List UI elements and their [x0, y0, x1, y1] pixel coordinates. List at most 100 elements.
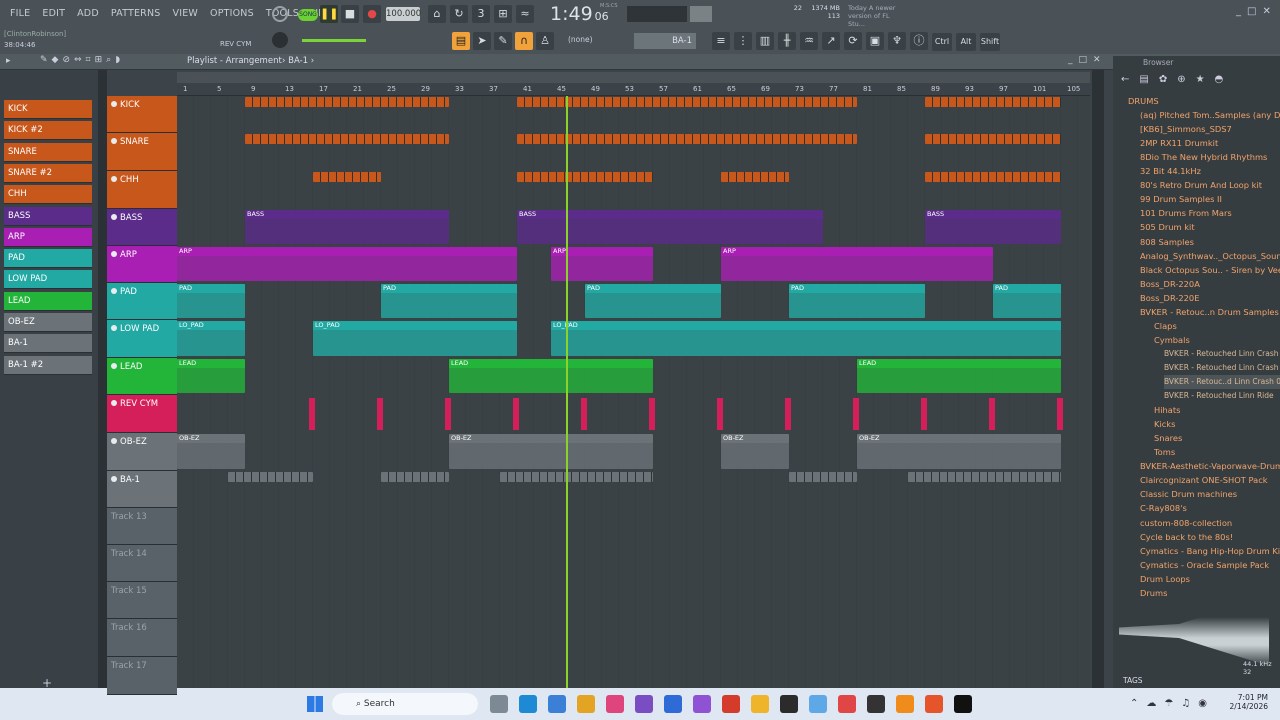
browser-item[interactable]: (aq) Pitched Tom..Samples (any DAW) — [1140, 108, 1280, 122]
rev-cym-clip[interactable] — [989, 398, 995, 430]
window-controls[interactable]: _□✕ — [1236, 6, 1277, 17]
track-led[interactable] — [111, 138, 117, 144]
magnet-icon[interactable]: ∩ — [515, 32, 533, 50]
key-ctrl[interactable]: Ctrl — [932, 33, 952, 51]
pattern-clip[interactable]: BASS — [517, 210, 823, 244]
track-header[interactable]: Track 14 — [107, 545, 177, 582]
menu-view[interactable]: VIEW — [167, 0, 205, 28]
pattern-clip[interactable] — [500, 472, 653, 482]
browser-item[interactable]: [KB6]_Simmons_SDS7 — [1140, 122, 1232, 136]
track-header[interactable]: LOW PAD — [107, 320, 177, 358]
browser-item[interactable]: Snares — [1154, 431, 1182, 445]
browser-item[interactable]: Boss_DR-220A — [1140, 277, 1200, 291]
master-pitch-slider[interactable] — [302, 39, 366, 42]
info-icon[interactable]: ⓘ — [910, 32, 928, 50]
track-header[interactable]: REV CYM — [107, 395, 177, 433]
pattern-clip[interactable]: BASS — [925, 210, 1061, 244]
picker-item[interactable]: BA-1 — [4, 334, 92, 354]
pattern-clip[interactable] — [228, 472, 313, 482]
rev-cym-clip[interactable] — [921, 398, 927, 430]
start-icon[interactable] — [307, 696, 323, 712]
play-button[interactable]: ❚❚ — [320, 5, 338, 23]
pattern-clip[interactable] — [925, 97, 1061, 107]
song-mode-button[interactable]: SONG — [298, 9, 318, 21]
countdown-icon[interactable]: 3 — [472, 5, 490, 23]
mixer-icon[interactable]: ╫ — [778, 32, 796, 50]
pattern-clip[interactable]: PAD — [993, 284, 1061, 318]
pattern-clip[interactable] — [245, 134, 449, 144]
track-led[interactable] — [111, 288, 117, 294]
pattern-clip[interactable]: ARP — [177, 247, 517, 281]
pattern-clip[interactable]: PAD — [585, 284, 721, 318]
browser-item[interactable]: 2MP RX11 Drumkit — [1140, 136, 1218, 150]
news-panel[interactable]: Today A newer version of FL Stu... — [848, 4, 908, 28]
rev-cym-clip[interactable] — [377, 398, 383, 430]
track-led[interactable] — [111, 176, 117, 182]
pattern-clip[interactable] — [245, 97, 449, 107]
pattern-clip[interactable] — [925, 134, 1061, 144]
pattern-clip[interactable]: LO_PAD — [313, 321, 517, 356]
browser-item[interactable]: BVKER - Retouc..d Linn Crash 03 — [1164, 375, 1280, 389]
menu-patterns[interactable]: PATTERNS — [105, 0, 167, 28]
tray-icons[interactable]: ⌃☁☂♫◉ — [1130, 698, 1215, 709]
play-arrow-icon[interactable]: ▸ — [6, 56, 11, 66]
pattern-clip[interactable] — [517, 134, 857, 144]
picker-item[interactable]: CHH — [4, 185, 92, 205]
plug-icon[interactable]: ♆ — [888, 32, 906, 50]
pattern-clip[interactable]: PAD — [789, 284, 925, 318]
picker-item[interactable]: LOW PAD — [4, 270, 92, 290]
picker-scrollbar[interactable] — [98, 70, 107, 688]
pattern-clip[interactable]: LO_PAD — [551, 321, 1061, 356]
picker-item[interactable]: KICK — [4, 100, 92, 119]
track-header[interactable]: Track 13 — [107, 508, 177, 545]
rev-cym-clip[interactable] — [581, 398, 587, 430]
blend-notes-icon[interactable]: ≈ — [516, 5, 534, 23]
track-header[interactable]: SNARE — [107, 133, 177, 171]
track-header[interactable]: BA-1 — [107, 471, 177, 508]
rev-cym-clip[interactable] — [717, 398, 723, 430]
taskbar-apps[interactable] — [490, 695, 972, 713]
picker-item[interactable]: SNARE #2 — [4, 163, 92, 183]
timeline-ruler[interactable]: 1 5 9 13 17 21 25 29 33 37 41 45 49 53 57 61 65 69 73 77 81 8… — [177, 84, 1090, 96]
track-header[interactable]: Track 16 — [107, 619, 177, 657]
menu-edit[interactable]: EDIT — [36, 0, 71, 28]
key-alt[interactable]: Alt — [956, 33, 976, 51]
toolbar-icons[interactable]: ✎◆⊘⇔⌗⊞⌕◗ — [40, 55, 124, 65]
pattern-clip[interactable] — [925, 172, 1061, 182]
pattern-clip[interactable] — [517, 97, 857, 107]
track-header[interactable]: BASS — [107, 209, 177, 246]
browser-item[interactable]: Cymatics - Oracle Sample Pack — [1140, 558, 1269, 572]
save-icon[interactable]: ▣ — [866, 32, 884, 50]
rev-cym-clip[interactable] — [309, 398, 315, 430]
playlist-lanes[interactable]: BASS BASS BASS ARP ARP ARP PAD PAD PAD PAD PAD LO_P… — [177, 96, 1090, 688]
tags-label[interactable]: TAGS — [1123, 676, 1143, 685]
browser-item[interactable]: Toms — [1154, 445, 1175, 459]
pattern-clip[interactable]: BASS — [245, 210, 449, 244]
pattern-song-icon[interactable]: ▤ — [452, 32, 470, 50]
pattern-clip[interactable]: LEAD — [857, 359, 1061, 393]
pattern-clip[interactable] — [313, 172, 381, 182]
brush-icon[interactable]: ✎ — [494, 32, 512, 50]
browser-item[interactable]: C-Ray808's — [1140, 501, 1187, 515]
track-header[interactable]: ARP — [107, 246, 177, 283]
track-led[interactable] — [111, 363, 117, 369]
track-header[interactable]: LEAD — [107, 358, 177, 395]
browser-item[interactable]: Drum Loops — [1140, 572, 1190, 586]
pattern-clip[interactable]: LO_PAD — [177, 321, 245, 356]
arrow-icon[interactable]: ➤ — [473, 32, 491, 50]
track-led[interactable] — [111, 400, 117, 406]
pattern-clip[interactable] — [908, 472, 1061, 482]
pattern-clip[interactable] — [517, 172, 653, 182]
picker-item[interactable]: LEAD — [4, 291, 92, 311]
pattern-clip[interactable] — [789, 472, 857, 482]
browser-item[interactable]: Boss_DR-220E — [1140, 291, 1199, 305]
track-header[interactable]: PAD — [107, 283, 177, 320]
pattern-clip[interactable]: LEAD — [449, 359, 653, 393]
rev-cym-clip[interactable] — [445, 398, 451, 430]
picker-item[interactable]: PAD — [4, 249, 92, 269]
snap-select[interactable]: (none) — [568, 35, 608, 44]
window-close-icon[interactable]: _□✕ — [1068, 55, 1107, 65]
picker-item[interactable]: KICK #2 — [4, 121, 92, 141]
pattern-clip[interactable]: PAD — [381, 284, 517, 318]
track-header[interactable]: OB-EZ — [107, 433, 177, 471]
